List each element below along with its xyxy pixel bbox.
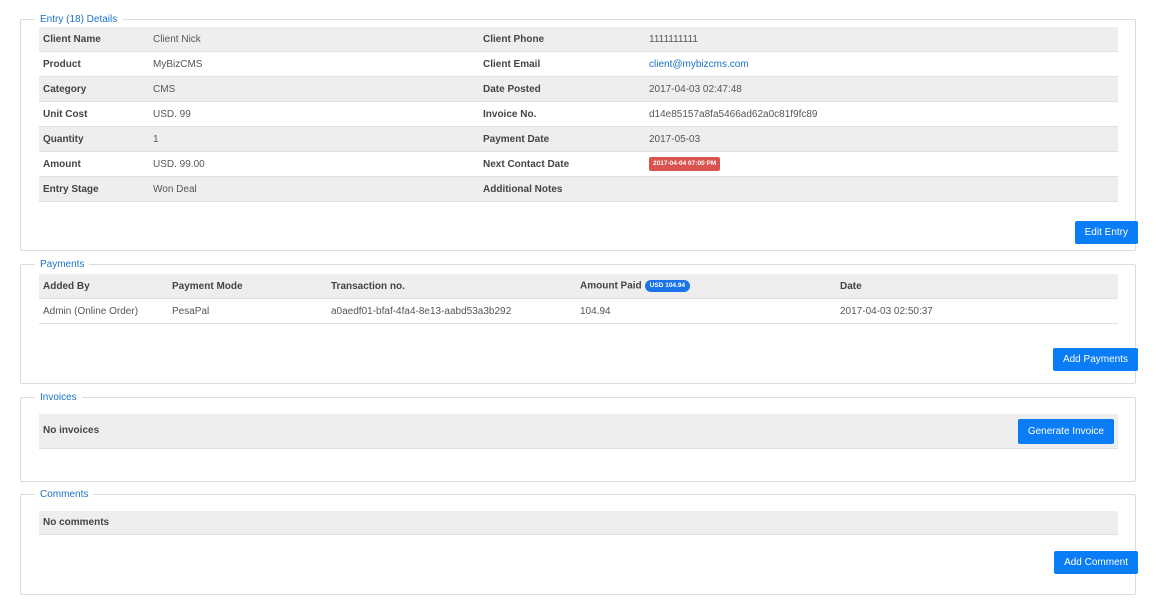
invoice-no-label: Invoice No.: [479, 101, 645, 127]
payment-date-label: Payment Date: [479, 126, 645, 152]
entry-stage-label: Entry Stage: [39, 176, 149, 202]
payment-added-by: Admin (Online Order): [39, 298, 168, 324]
transaction-no-header: Transaction no.: [327, 274, 576, 299]
invoices-bar: No invoices Generate Invoice: [39, 414, 1118, 449]
table-row: Quantity 1 Payment Date 2017-05-03: [39, 126, 1118, 152]
payment-date: 2017-04-03 02:50:37: [836, 298, 1118, 324]
category-value: CMS: [149, 76, 479, 102]
add-comment-button[interactable]: Add Comment: [1054, 551, 1138, 574]
amount-total-badge: USD 104.94: [644, 280, 691, 292]
payments-panel: Payments Added By Payment Mode Transacti…: [20, 259, 1138, 384]
next-contact-date-badge: 2017-04-04 07:00 PM: [649, 157, 721, 171]
entry-details-legend: Entry (18) Details: [40, 14, 118, 25]
comments-bar: No comments: [39, 511, 1118, 535]
client-name-label: Client Name: [39, 27, 149, 52]
generate-invoice-button[interactable]: Generate Invoice: [1017, 419, 1114, 444]
client-name-value: Client Nick: [149, 27, 479, 52]
table-row: Client Name Client Nick Client Phone 111…: [39, 27, 1118, 52]
product-label: Product: [39, 51, 149, 77]
edit-entry-button[interactable]: Edit Entry: [1074, 221, 1138, 244]
client-email-link[interactable]: client@mybizcms.com: [649, 59, 749, 70]
amount-paid-header: Amount Paid USD 104.94: [576, 274, 836, 299]
add-payments-button[interactable]: Add Payments: [1052, 348, 1138, 371]
no-comments-text: No comments: [43, 517, 110, 528]
amount-label: Amount: [39, 151, 149, 177]
client-email-label: Client Email: [479, 51, 645, 77]
payments-table: Added By Payment Mode Transaction no. Am…: [39, 274, 1118, 324]
next-contact-date-label: Next Contact Date: [479, 151, 645, 177]
quantity-label: Quantity: [39, 126, 149, 152]
payment-date-value: 2017-05-03: [645, 126, 1118, 152]
client-phone-label: Client Phone: [479, 27, 645, 52]
payment-mode-header: Payment Mode: [168, 274, 327, 299]
payment-mode: PesaPal: [168, 298, 327, 324]
table-row: Product MyBizCMS Client Email client@myb…: [39, 51, 1118, 77]
invoices-panel: Invoices No invoices Generate Invoice: [20, 392, 1136, 482]
table-row: Category CMS Date Posted 2017-04-03 02:4…: [39, 76, 1118, 102]
invoice-no-value: d14e85157a8fa5466ad62a0c81f9fc89: [645, 101, 1118, 127]
product-value: MyBizCMS: [149, 51, 479, 77]
payments-legend: Payments: [40, 259, 85, 270]
table-row: Entry Stage Won Deal Additional Notes: [39, 176, 1118, 202]
invoices-legend: Invoices: [40, 392, 77, 403]
entry-details-panel: Entry (18) Details Client Name Client Ni…: [20, 14, 1138, 251]
comments-legend: Comments: [40, 489, 89, 500]
amount-value: USD. 99.00: [149, 151, 479, 177]
date-header: Date: [836, 274, 1118, 299]
date-posted-label: Date Posted: [479, 76, 645, 102]
comments-panel: Comments No comments Add Comment: [20, 489, 1138, 595]
client-phone-value: 1111111111: [645, 27, 1118, 52]
no-invoices-text: No invoices: [43, 425, 100, 436]
date-posted-value: 2017-04-03 02:47:48: [645, 76, 1118, 102]
additional-notes-value: [645, 176, 1118, 202]
table-row: Unit Cost USD. 99 Invoice No. d14e85157a…: [39, 101, 1118, 127]
payment-transaction-no: a0aedf01-bfaf-4fa4-8e13-aabd53a3b292: [327, 298, 576, 324]
unit-cost-value: USD. 99: [149, 101, 479, 127]
payments-header-row: Added By Payment Mode Transaction no. Am…: [39, 274, 1118, 299]
unit-cost-label: Unit Cost: [39, 101, 149, 127]
table-row: Admin (Online Order) PesaPal a0aedf01-bf…: [39, 298, 1118, 324]
added-by-header: Added By: [39, 274, 168, 299]
category-label: Category: [39, 76, 149, 102]
entry-stage-value: Won Deal: [149, 176, 479, 202]
payment-amount: 104.94: [576, 298, 836, 324]
table-row: Amount USD. 99.00 Next Contact Date 2017…: [39, 151, 1118, 177]
entry-details-table: Client Name Client Nick Client Phone 111…: [39, 27, 1118, 202]
amount-paid-header-label: Amount Paid: [580, 280, 642, 292]
quantity-value: 1: [149, 126, 479, 152]
additional-notes-label: Additional Notes: [479, 176, 645, 202]
